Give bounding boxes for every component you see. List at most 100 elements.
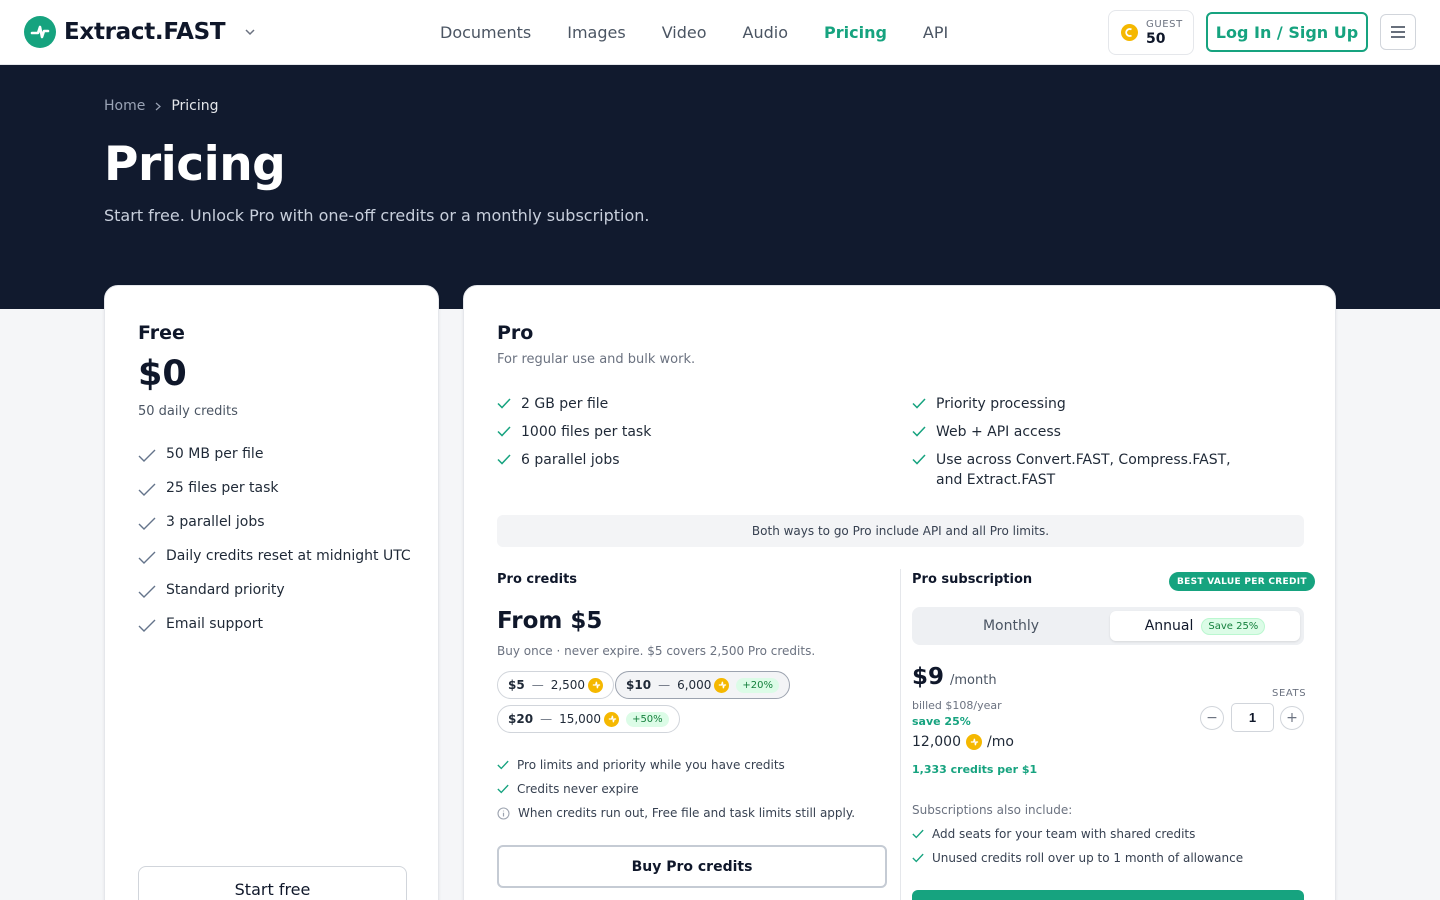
bolt-icon xyxy=(24,16,56,48)
check-icon xyxy=(497,454,511,465)
pro-feature-text: Use across Convert.FAST, Compress.FAST, … xyxy=(936,452,1231,488)
nav-video[interactable]: Video xyxy=(662,23,707,42)
pro-feature: 1000 files per task xyxy=(497,422,651,442)
credit-info: When credits run out, Free file and task… xyxy=(497,801,855,825)
billing-annual-option[interactable]: Annual Save 25% xyxy=(1110,611,1300,641)
pack-credits: 15,000 xyxy=(559,712,602,726)
credit-pack-5[interactable]: $5 — 2,500 xyxy=(497,671,615,699)
pack-price: $10 xyxy=(626,678,652,692)
pack-price: $5 xyxy=(508,678,525,692)
pro-feature-text: Priority processing xyxy=(936,396,1066,412)
credit-pack-10[interactable]: $10 — 6,000 +20% xyxy=(615,671,791,699)
hamburger-menu-button[interactable] xyxy=(1380,14,1416,50)
pro-feature-list-left: 2 GB per file 1000 files per task 6 para… xyxy=(497,394,651,478)
free-feature-text: Standard priority xyxy=(166,582,285,598)
pro-credits-benefits: Pro limits and priority while you have c… xyxy=(497,753,855,825)
check-icon xyxy=(138,619,156,632)
login-signup-button[interactable]: Log In / Sign Up xyxy=(1206,12,1368,52)
breadcrumb-current: Pricing xyxy=(171,98,219,114)
billing-annual-label: Annual xyxy=(1144,618,1194,634)
main-nav: Documents Images Video Audio Pricing API xyxy=(440,0,984,64)
guest-credits-badge[interactable]: GUEST 50 xyxy=(1108,10,1194,55)
seats-decrement-button[interactable]: − xyxy=(1200,706,1224,730)
credit-benefit-text: Pro limits and priority while you have c… xyxy=(517,758,785,772)
pro-plan-card: Pro For regular use and bulk work. 2 GB … xyxy=(463,285,1336,900)
pack-price: $20 xyxy=(508,712,534,726)
free-feature-text: Email support xyxy=(166,616,264,632)
annual-save-pill: Save 25% xyxy=(1201,617,1266,635)
check-icon xyxy=(912,454,926,465)
subscription-includes-heading: Subscriptions also include: xyxy=(912,803,1073,817)
seats-label: SEATS xyxy=(1272,688,1307,699)
billing-monthly-option[interactable]: Monthly xyxy=(916,611,1106,641)
pack-dash: — xyxy=(540,712,553,726)
free-feature: 3 parallel jobs xyxy=(138,514,411,548)
seats-increment-button[interactable]: + xyxy=(1280,706,1304,730)
pack-bonus-badge: +20% xyxy=(736,677,780,693)
pack-credits: 2,500 xyxy=(550,678,586,692)
credit-info-text: When credits run out, Free file and task… xyxy=(518,806,856,820)
pro-feature-text: Web + API access xyxy=(936,424,1061,440)
pro-info-banner: Both ways to go Pro include API and all … xyxy=(497,515,1304,547)
guest-credit-count: 50 xyxy=(1146,30,1166,47)
seats-input[interactable] xyxy=(1231,703,1274,732)
subscribe-button[interactable] xyxy=(912,890,1304,900)
check-icon xyxy=(138,517,156,530)
nav-audio[interactable]: Audio xyxy=(743,23,788,42)
best-value-badge: BEST VALUE PER CREDIT xyxy=(1169,572,1315,591)
breadcrumb: Home Pricing xyxy=(104,98,219,114)
breadcrumb-home[interactable]: Home xyxy=(104,98,145,114)
subscription-credit-amount: 12,000 xyxy=(912,734,961,750)
pro-feature-text: 1000 files per task xyxy=(521,424,652,440)
pro-feature-text: 2 GB per file xyxy=(521,396,609,412)
pack-dash: — xyxy=(658,678,671,692)
subscription-include: Unused credits roll over up to 1 month o… xyxy=(912,846,1243,870)
billing-monthly-label: Monthly xyxy=(982,618,1040,634)
subscription-include: Add seats for your team with shared cred… xyxy=(912,822,1243,846)
check-icon xyxy=(138,483,156,496)
page-subtitle: Start free. Unlock Pro with one-off cred… xyxy=(104,206,650,225)
free-feature: Standard priority xyxy=(138,582,411,616)
check-icon xyxy=(912,829,924,839)
free-plan-card: Free $0 50 daily credits 50 MB per file … xyxy=(104,285,439,900)
free-plan-title: Free xyxy=(138,322,185,344)
credit-benefit: Credits never expire xyxy=(497,777,855,801)
check-icon xyxy=(497,426,511,437)
info-icon xyxy=(497,806,510,820)
free-plan-price: $0 xyxy=(138,354,187,394)
subscription-price: $9 /month xyxy=(912,664,997,690)
top-navigation-bar: Extract.FAST Documents Images Video Audi… xyxy=(0,0,1440,65)
credit-pack-20[interactable]: $20 — 15,000 +50% xyxy=(497,705,680,733)
pro-feature-list-right: Priority processing Web + API access Use… xyxy=(912,394,1242,498)
check-icon xyxy=(912,853,924,863)
pack-credits: 6,000 xyxy=(677,678,712,692)
pro-credits-note: Buy once · never expire. $5 covers 2,500… xyxy=(497,644,816,658)
pro-feature-text: 6 parallel jobs xyxy=(521,452,620,468)
pro-feature: Web + API access xyxy=(912,422,1242,442)
buy-pro-credits-button[interactable]: Buy Pro credits xyxy=(497,845,887,888)
check-icon xyxy=(138,551,156,564)
subscription-include-text: Unused credits roll over up to 1 month o… xyxy=(932,851,1244,865)
page-title: Pricing xyxy=(104,137,286,192)
billing-period-toggle: Monthly Annual Save 25% xyxy=(912,607,1304,645)
chevron-right-icon xyxy=(155,102,162,110)
pro-plan-title: Pro xyxy=(497,322,534,344)
nav-images[interactable]: Images xyxy=(567,23,625,42)
nav-pricing[interactable]: Pricing xyxy=(824,23,887,42)
free-plan-subtitle: 50 daily credits xyxy=(138,404,238,419)
credit-coin-icon xyxy=(604,711,620,727)
brand-logo[interactable]: Extract.FAST xyxy=(24,16,257,48)
credit-benefit: Pro limits and priority while you have c… xyxy=(497,753,855,777)
nav-api[interactable]: API xyxy=(923,23,948,42)
free-feature-text: 3 parallel jobs xyxy=(166,514,265,530)
check-icon xyxy=(497,760,509,770)
check-icon xyxy=(497,784,509,794)
start-free-button[interactable]: Start free xyxy=(138,866,407,900)
check-icon xyxy=(912,398,926,409)
nav-documents[interactable]: Documents xyxy=(440,23,531,42)
free-feature: Daily credits reset at midnight UTC xyxy=(138,548,411,582)
check-icon xyxy=(912,426,926,437)
chevron-down-icon[interactable] xyxy=(243,25,257,39)
credit-coin-icon xyxy=(714,677,730,693)
subscription-credit-period: /mo xyxy=(987,734,1014,750)
